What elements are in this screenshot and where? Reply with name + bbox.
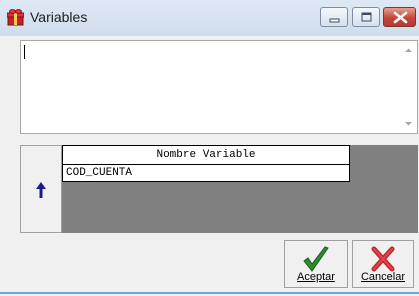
scroll-up-icon[interactable] <box>400 42 417 59</box>
close-icon <box>393 11 408 24</box>
accept-button-label: Aceptar <box>297 271 335 283</box>
maximize-button[interactable] <box>352 7 380 27</box>
app-gift-icon <box>6 9 25 26</box>
move-up-button[interactable] <box>20 145 62 233</box>
arrow-up-icon <box>36 182 46 198</box>
cancel-button[interactable]: Cancelar <box>352 240 414 288</box>
maximize-icon <box>361 12 372 22</box>
text-caret <box>24 45 25 59</box>
variables-text-area[interactable] <box>20 40 418 134</box>
minimize-icon <box>329 18 340 23</box>
window-title: Variables <box>30 9 88 25</box>
bottom-divider <box>0 292 419 294</box>
variables-dialog: Variables Nombre Variable COD_CUENTA Ace… <box>0 0 419 296</box>
x-icon <box>371 246 395 272</box>
cancel-button-label: Cancelar <box>360 271 406 283</box>
accept-button[interactable]: Aceptar <box>284 240 348 288</box>
scroll-down-icon[interactable] <box>400 115 417 132</box>
close-button[interactable] <box>383 7 416 27</box>
vertical-scrollbar[interactable] <box>400 41 417 133</box>
column-header-nombre-variable[interactable]: Nombre Variable <box>62 145 350 165</box>
title-bar[interactable]: Variables <box>0 0 419 36</box>
minimize-button[interactable] <box>320 7 348 27</box>
grid-row-cell[interactable]: COD_CUENTA <box>62 164 350 182</box>
variables-grid[interactable]: Nombre Variable COD_CUENTA <box>62 145 418 233</box>
